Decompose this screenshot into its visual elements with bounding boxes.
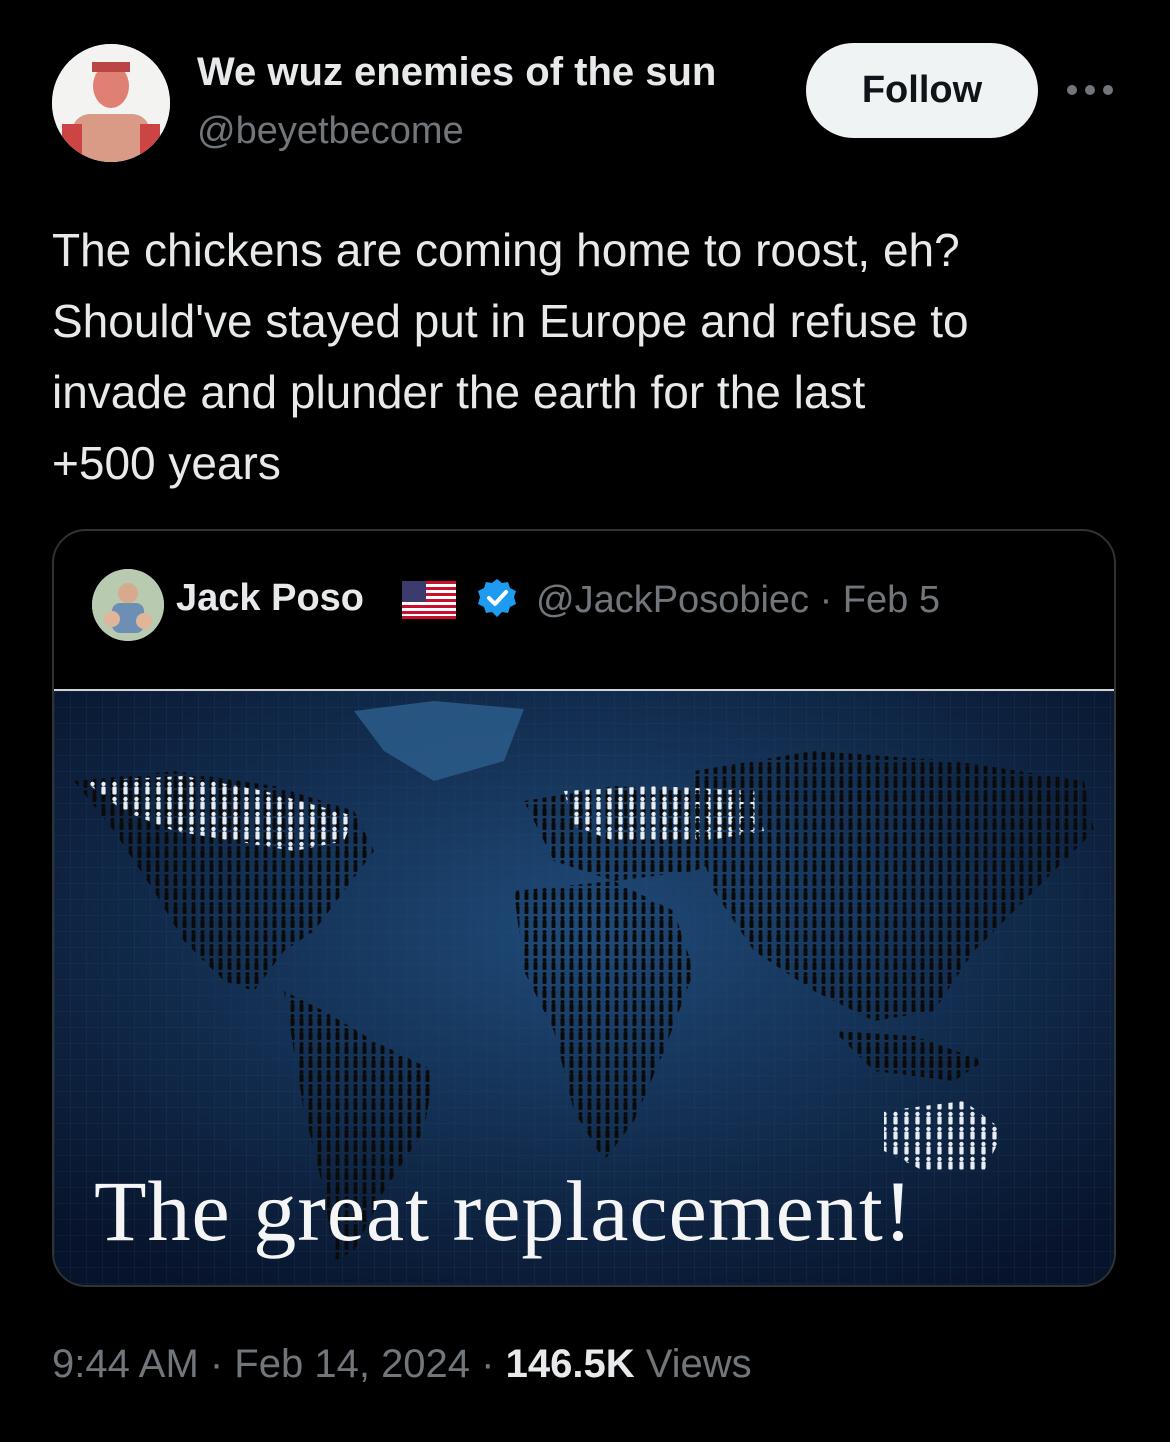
timestamp[interactable]: 9:44 AM · Feb 14, 2024 · bbox=[52, 1342, 506, 1386]
quoted-author-name[interactable]: Jack Poso bbox=[176, 577, 364, 620]
verified-badge-icon bbox=[478, 579, 516, 617]
tweet-line: Should've stayed put in Europe and refus… bbox=[52, 295, 969, 347]
tweet-meta: 9:44 AM · Feb 14, 2024 · 146.5K Views bbox=[52, 1342, 752, 1387]
tweet-line: invade and plunder the earth for the las… bbox=[52, 366, 866, 418]
quoted-tweet-card[interactable]: Jack Poso @JackPosobiec · Feb 5 The grea… bbox=[52, 529, 1116, 1287]
quoted-handle-date[interactable]: @JackPosobiec · Feb 5 bbox=[536, 579, 940, 622]
author-display-name[interactable]: We wuz enemies of the sun bbox=[197, 50, 716, 95]
tweet-line: +500 years bbox=[52, 437, 281, 489]
us-flag-icon bbox=[402, 581, 456, 619]
quoted-author-avatar[interactable] bbox=[92, 569, 164, 641]
tweet-text: The chickens are coming home to roost, e… bbox=[52, 215, 1132, 499]
quoted-media-image[interactable]: The great replacement! bbox=[54, 689, 1114, 1285]
follow-button[interactable]: Follow bbox=[806, 43, 1038, 138]
tweet-line: The chickens are coming home to roost, e… bbox=[52, 224, 960, 276]
author-avatar[interactable] bbox=[52, 44, 170, 162]
author-handle[interactable]: @beyetbecome bbox=[197, 110, 464, 153]
views-label: Views bbox=[634, 1342, 752, 1386]
more-options-icon[interactable] bbox=[1062, 78, 1118, 102]
image-caption: The great replacement! bbox=[94, 1163, 914, 1259]
views-count: 146.5K bbox=[505, 1342, 635, 1386]
